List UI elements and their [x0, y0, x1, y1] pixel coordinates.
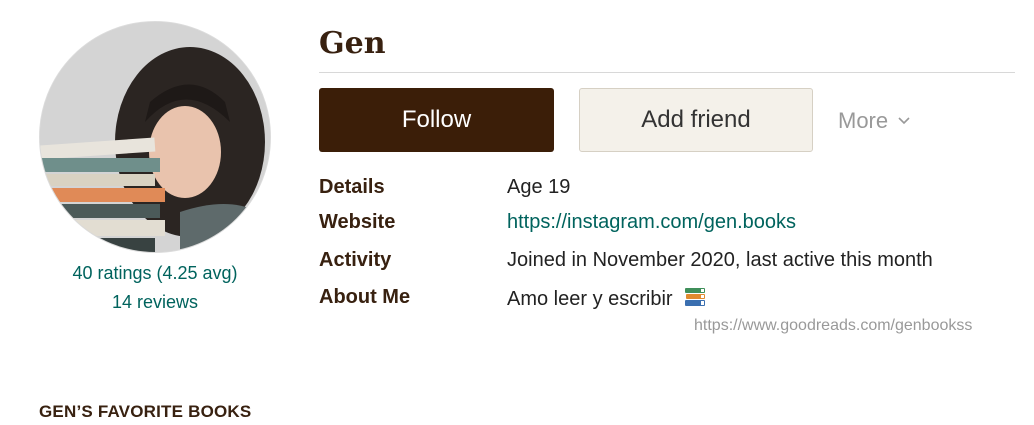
- divider: [319, 72, 1015, 73]
- about-me-label: About Me: [319, 286, 411, 308]
- chevron-down-icon: [898, 117, 910, 125]
- activity-label: Activity: [319, 249, 392, 271]
- favorite-books-heading: GEN’S FAVORITE BOOKS: [39, 402, 252, 421]
- website-link[interactable]: https://instagram.com/gen.books: [507, 211, 796, 233]
- more-dropdown[interactable]: More: [838, 108, 910, 134]
- books-icon: [685, 288, 706, 306]
- website-label: Website: [319, 211, 396, 233]
- details-label: Details: [319, 176, 385, 198]
- activity-value: Joined in November 2020, last active thi…: [507, 249, 933, 271]
- details-value: Age 19: [507, 176, 571, 198]
- profile-name: Gen: [319, 26, 386, 61]
- add-friend-button[interactable]: Add friend: [579, 88, 813, 152]
- website-value: https://instagram.com/gen.books: [507, 211, 796, 234]
- avatar-photo: [40, 22, 270, 252]
- profile-avatar[interactable]: [39, 21, 271, 253]
- reviews-link[interactable]: 14 reviews: [39, 292, 271, 313]
- follow-button[interactable]: Follow: [319, 88, 554, 152]
- ratings-link[interactable]: 40 ratings (4.25 avg): [39, 263, 271, 284]
- more-label: More: [838, 108, 889, 133]
- about-me-value: Amo leer y escribir: [507, 286, 706, 311]
- watermark-url: https://www.goodreads.com/genbookss: [694, 317, 973, 334]
- about-me-text: Amo leer y escribir: [507, 288, 673, 310]
